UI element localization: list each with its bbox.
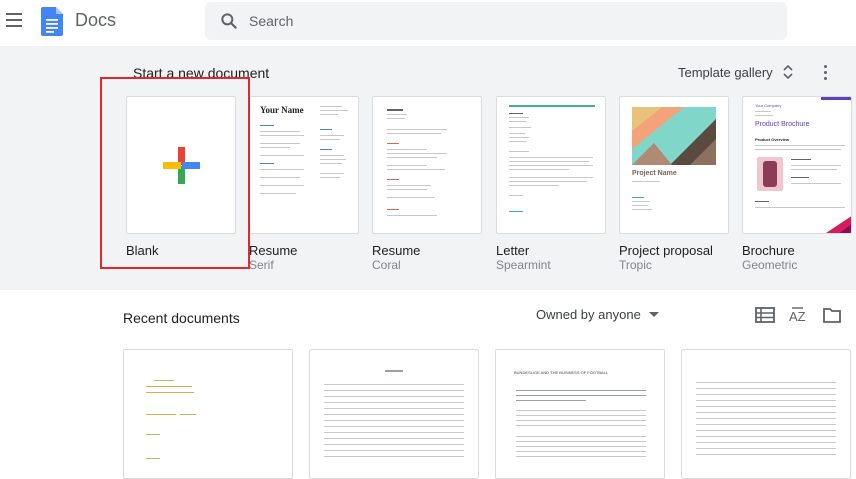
owner-filter-label: Owned by anyone	[536, 307, 641, 322]
template-letter-spearmint[interactable]: Letter Spearmint	[496, 96, 606, 273]
template-subtitle: Coral	[372, 258, 401, 272]
search-bar[interactable]	[205, 2, 787, 40]
brochure-corner-art	[826, 216, 851, 233]
template-gallery-label: Template gallery	[678, 64, 773, 80]
template-subtitle: Serif	[249, 258, 274, 272]
template-gallery-section: Start a new document Template gallery Bl…	[0, 46, 856, 290]
recent-documents-title: Recent documents	[123, 310, 240, 326]
template-brochure-geometric[interactable]: Your Company Product Brochure Product Ov…	[742, 96, 852, 273]
more-options-icon[interactable]	[818, 64, 832, 80]
template-thumbnail[interactable]: Your Name	[249, 96, 359, 234]
top-bar: Docs	[0, 0, 856, 46]
project-name-heading: Project Name	[632, 170, 677, 177]
recent-document-card[interactable]	[309, 349, 479, 479]
template-thumbnail[interactable]	[372, 96, 482, 234]
folder-picker-icon[interactable]	[822, 306, 842, 324]
recent-document-card[interactable]	[681, 349, 851, 479]
recent-document-card[interactable]	[123, 349, 293, 479]
template-gallery-button[interactable]: Template gallery	[670, 60, 801, 84]
start-new-document-title: Start a new document	[133, 65, 270, 81]
template-resume-coral[interactable]: Resume Coral	[372, 96, 482, 273]
template-thumbnail[interactable]	[126, 96, 236, 234]
plus-icon	[163, 147, 200, 184]
app-title[interactable]: Docs	[75, 10, 116, 31]
template-blank[interactable]: Blank	[126, 96, 236, 258]
template-name: Resume	[372, 243, 421, 258]
main-menu-icon[interactable]	[6, 13, 22, 27]
template-resume-serif[interactable]: Your Name Resume Serif	[249, 96, 359, 273]
resume-name-heading: Your Name	[260, 105, 304, 115]
template-thumbnail[interactable]: Project Name	[619, 96, 729, 234]
recent-document-card[interactable]: BUNDESLIGE AND THE BUSINESS OF FOOTBALL	[495, 349, 665, 479]
template-name: Project proposal	[619, 243, 713, 258]
search-input[interactable]	[249, 2, 769, 40]
sort-az-icon[interactable]: AZ	[788, 306, 808, 324]
document-heading: BUNDESLIGE AND THE BUSINESS OF FOOTBALL	[514, 370, 609, 375]
template-project-proposal-tropic[interactable]: Project Name Project proposal Tropic	[619, 96, 729, 273]
template-name: Blank	[126, 243, 159, 258]
template-name: Resume	[249, 243, 298, 258]
search-icon[interactable]	[219, 11, 239, 31]
template-subtitle: Spearmint	[496, 258, 551, 272]
template-name: Letter	[496, 243, 530, 258]
template-subtitle: Geometric	[742, 258, 798, 272]
template-thumbnail[interactable]: Your Company Product Brochure Product Ov…	[742, 96, 852, 234]
template-thumbnail[interactable]	[496, 96, 606, 234]
brochure-company-label: Your Company	[755, 103, 782, 108]
list-view-icon[interactable]	[755, 306, 775, 324]
svg-text:AZ: AZ	[789, 309, 806, 324]
dropdown-arrow-icon	[648, 311, 659, 317]
brochure-title-heading: Product Brochure	[755, 121, 810, 128]
tropic-cover-art	[632, 107, 716, 165]
unfold-icon	[783, 64, 793, 80]
template-subtitle: Tropic	[619, 258, 652, 272]
owner-filter-dropdown[interactable]: Owned by anyone	[536, 307, 659, 322]
brochure-overview-label: Product Overview	[755, 137, 790, 142]
template-name: Brochure	[742, 243, 795, 258]
docs-logo-icon[interactable]	[41, 7, 63, 36]
